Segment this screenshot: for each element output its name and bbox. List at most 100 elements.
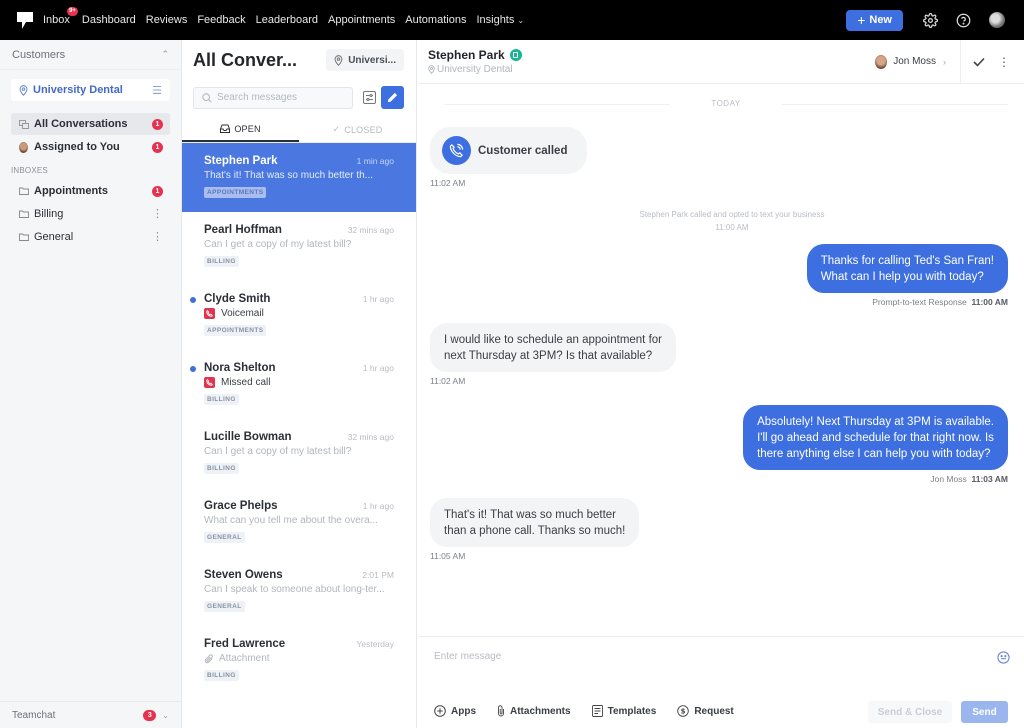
more-options-icon[interactable]: ⋮ <box>152 208 163 220</box>
map-pin-icon <box>19 84 28 96</box>
more-options-icon[interactable]: ⋮ <box>152 231 163 243</box>
search-box <box>193 86 353 109</box>
timestamp: 32 mins ago <box>347 432 394 442</box>
contact-name: Clyde Smith <box>204 293 271 305</box>
templates-button[interactable]: Templates <box>591 705 656 717</box>
help-icon[interactable] <box>956 13 971 28</box>
inbox-tag: BILLING <box>204 256 239 267</box>
message-input[interactable] <box>434 651 974 671</box>
conversation-list-panel: All Conver... Universi... OPEN ✓ CLOSED … <box>182 40 417 728</box>
search-icon <box>202 92 212 103</box>
conversation-item[interactable]: Clyde Smith 1 hr ago Voicemail APPOINTMEN… <box>182 281 416 350</box>
avatar <box>875 54 888 69</box>
top-navigation: Inbox 9+ Dashboard Reviews Feedback Leade… <box>0 0 1024 40</box>
svg-text:$: $ <box>681 708 686 716</box>
nav-reviews[interactable]: Reviews <box>146 14 188 26</box>
sidebar-list: All Conversations 1 Assigned to You 1 IN… <box>0 113 181 248</box>
compose-button[interactable] <box>381 86 404 109</box>
new-button[interactable]: + New <box>846 9 903 31</box>
user-avatar[interactable] <box>989 12 1005 28</box>
send-button[interactable]: Send <box>961 701 1008 723</box>
template-icon <box>591 705 603 717</box>
plus-icon: + <box>857 11 866 28</box>
inbox-tag: GENERAL <box>204 601 245 612</box>
conversation-item[interactable]: Fred Lawrence Yesterday Attachment BILLIN… <box>182 626 416 695</box>
nav-appointments[interactable]: Appointments <box>328 14 395 26</box>
sidebar-item-all-conversations[interactable]: All Conversations 1 <box>11 113 170 135</box>
timestamp: 1 min ago <box>356 156 394 166</box>
status-tabs: OPEN ✓ CLOSED <box>182 117 416 143</box>
tab-open[interactable]: OPEN <box>182 117 299 142</box>
chevron-right-icon: › <box>943 56 946 67</box>
message-preview: That's it! That was so much better th... <box>204 170 374 181</box>
conversation-item[interactable]: Stephen Park 1 min ago That's it! That wa… <box>182 143 416 212</box>
filter-icon[interactable] <box>362 91 376 105</box>
more-options-icon[interactable]: ⋮ <box>998 56 1010 68</box>
attachments-button[interactable]: Attachments <box>497 705 571 717</box>
gear-icon[interactable] <box>923 12 938 28</box>
conversation-item[interactable]: Lucille Bowman 32 mins ago Can I get a co… <box>182 419 416 488</box>
inbox-tag: BILLING <box>204 463 239 474</box>
dollar-circle-icon: $ <box>677 705 690 717</box>
timestamp: 1 hr ago <box>362 363 394 373</box>
teamchat-toggle[interactable]: Teamchat 3 ⌄ <box>0 701 181 728</box>
sidebar-item-assigned-to-you[interactable]: Assigned to You 1 <box>11 136 170 158</box>
inbox-tag: BILLING <box>204 394 239 405</box>
sidebar: Customers ⌃ University Dental ☰ All Conv… <box>0 40 182 728</box>
customers-header[interactable]: Customers ⌃ <box>0 40 181 70</box>
contact-name[interactable]: Stephen Park <box>428 48 505 62</box>
contact-name: Nora Shelton <box>204 362 276 374</box>
chat-header: Stephen Park University Dental Jon Moss … <box>418 40 1024 84</box>
request-payment-button[interactable]: $ Request <box>677 705 734 717</box>
logo[interactable] <box>17 11 33 29</box>
unread-dot <box>190 297 196 303</box>
mobile-status-icon <box>509 49 522 61</box>
folder-icon <box>18 210 29 218</box>
teamchat-count-badge: 3 <box>143 709 157 721</box>
send-and-close-button[interactable]: Send & Close <box>868 701 952 723</box>
message-preview: Missed call <box>204 377 394 388</box>
search-input[interactable] <box>217 92 337 103</box>
emoji-icon[interactable] <box>997 651 1010 669</box>
contact-name: Lucille Bowman <box>204 431 292 443</box>
message-preview: Can I speak to someone about long-ter... <box>204 584 385 595</box>
message-time: 11:05 AM <box>430 551 466 561</box>
inbox-tag: GENERAL <box>204 532 245 543</box>
message-preview: Can I get a copy of my latest bill? <box>204 446 352 457</box>
conversation-item[interactable]: Steven Owens 2:01 PM Can I speak to someo… <box>182 557 416 626</box>
nav-insights[interactable]: Insights ⌄ <box>476 14 524 26</box>
close-conversation-check-icon[interactable] <box>973 57 985 67</box>
nav-dashboard[interactable]: Dashboard <box>82 14 136 26</box>
avatar <box>19 141 28 153</box>
location-selector[interactable]: University Dental ☰ <box>11 79 170 101</box>
inboxes-label: INBOXES <box>11 166 48 175</box>
apps-button[interactable]: Apps <box>434 705 476 717</box>
message-preview: Voicemail <box>204 308 394 319</box>
contact-name: Fred Lawrence <box>204 638 286 650</box>
conversation-item[interactable]: Grace Phelps 1 hr ago What can you tell m… <box>182 488 416 557</box>
conversation-item[interactable]: Nora Shelton 1 hr ago Missed call BILLING <box>182 350 416 419</box>
hamburger-menu-icon[interactable]: ☰ <box>152 84 162 97</box>
chevron-down-icon: ⌄ <box>517 16 525 25</box>
message-meta: Prompt-to-text Response 11:00 AM <box>872 297 1008 307</box>
nav-feedback[interactable]: Feedback <box>197 14 245 26</box>
outgoing-message: Thanks for calling Ted's San Fran! What … <box>806 244 1008 307</box>
message-time: 11:02 AM <box>430 376 466 386</box>
assignee-selector[interactable]: Jon Moss › <box>875 40 961 83</box>
nav-inbox[interactable]: Inbox 9+ <box>43 7 78 26</box>
contact-name: Grace Phelps <box>204 500 278 512</box>
conversation-item[interactable]: Pearl Hoffman 32 mins ago Can I get a cop… <box>182 212 416 281</box>
nav-automations[interactable]: Automations <box>405 14 466 26</box>
tab-closed[interactable]: ✓ CLOSED <box>299 117 416 142</box>
location-filter[interactable]: Universi... <box>326 49 404 71</box>
timestamp: 2:01 PM <box>362 570 394 580</box>
contact-location: University Dental <box>437 64 513 75</box>
sidebar-item-appointments[interactable]: Appointments 1 <box>11 180 170 202</box>
inbox-tag: APPOINTMENTS <box>204 325 267 336</box>
sidebar-item-billing[interactable]: Billing ⋮ <box>11 203 170 225</box>
sidebar-item-general[interactable]: General ⋮ <box>11 226 170 248</box>
contact-name: Steven Owens <box>204 569 283 581</box>
nav-leaderboard[interactable]: Leaderboard <box>256 14 318 26</box>
chevron-up-icon[interactable]: ⌃ <box>161 49 169 60</box>
call-event: Customer called 11:02 AM <box>430 127 588 188</box>
